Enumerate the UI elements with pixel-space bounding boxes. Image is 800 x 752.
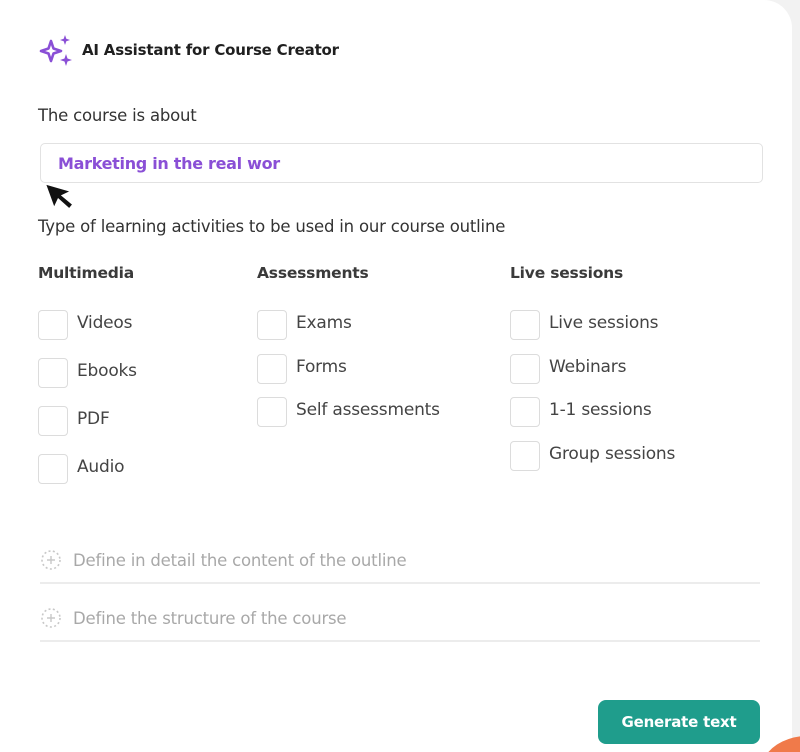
- group-title: Assessments: [257, 264, 369, 282]
- checkbox[interactable]: [38, 406, 68, 436]
- checkbox[interactable]: [510, 397, 540, 427]
- activities-label: Type of learning activities to be used i…: [38, 217, 506, 236]
- checkbox[interactable]: [510, 310, 540, 340]
- group-title: Live sessions: [510, 264, 624, 282]
- option-label: Exams: [296, 313, 352, 333]
- checkbox[interactable]: [257, 353, 287, 384]
- group-title: Multimedia: [38, 264, 135, 282]
- option-label: Forms: [296, 356, 347, 377]
- option-live-sessions[interactable]: Live sessions: [510, 310, 675, 354]
- option-webinars[interactable]: Webinars: [510, 353, 675, 398]
- decorative-shape-icon: [768, 736, 800, 752]
- group-multimedia: Multimedia Videos Ebooks PDF Audio: [38, 264, 137, 502]
- add-circle-icon: [41, 608, 61, 628]
- option-label: Audio: [77, 457, 125, 477]
- section-label: Define in detail the content of the outl…: [73, 550, 407, 570]
- option-pdf[interactable]: PDF: [38, 406, 137, 454]
- option-audio[interactable]: Audio: [38, 454, 137, 502]
- mouse-cursor-icon: [46, 182, 75, 211]
- option-label: Webinars: [549, 356, 627, 377]
- option-videos[interactable]: Videos: [38, 310, 137, 358]
- option-label: Live sessions: [549, 313, 659, 333]
- ai-assistant-panel: AI Assistant for Course Creator The cour…: [0, 0, 792, 752]
- option-self-assessments[interactable]: Self assessments: [257, 397, 440, 441]
- section-course-structure[interactable]: Define the structure of the course: [40, 596, 760, 642]
- option-label: PDF: [77, 409, 110, 429]
- section-outline-content[interactable]: Define in detail the content of the outl…: [40, 538, 760, 584]
- checkbox[interactable]: [510, 353, 540, 384]
- option-1-1-sessions[interactable]: 1-1 sessions: [510, 397, 675, 441]
- panel-title: AI Assistant for Course Creator: [82, 41, 339, 59]
- checkbox[interactable]: [38, 454, 68, 484]
- option-label: Ebooks: [77, 361, 137, 381]
- option-exams[interactable]: Exams: [257, 310, 440, 354]
- add-circle-icon: [41, 550, 61, 570]
- option-label: Self assessments: [296, 400, 440, 420]
- option-ebooks[interactable]: Ebooks: [38, 358, 137, 406]
- option-label: Videos: [77, 313, 133, 333]
- option-group-sessions[interactable]: Group sessions: [510, 440, 676, 485]
- checkbox[interactable]: [257, 397, 287, 427]
- group-live-sessions: Live sessions Live sessions Webinars 1-1…: [510, 264, 675, 484]
- option-label: Group sessions: [549, 443, 676, 464]
- course-topic-input[interactable]: [40, 143, 763, 183]
- checkbox[interactable]: [38, 358, 68, 388]
- sparkles-icon: [39, 35, 72, 66]
- panel-header: AI Assistant for Course Creator: [38, 32, 339, 68]
- checkbox[interactable]: [510, 440, 540, 471]
- option-label: 1-1 sessions: [549, 400, 652, 420]
- group-assessments: Assessments Exams Forms Self assessments: [257, 264, 440, 441]
- checkbox[interactable]: [257, 310, 287, 340]
- section-label: Define the structure of the course: [73, 608, 347, 628]
- checkbox[interactable]: [38, 310, 68, 340]
- generate-text-button[interactable]: Generate text: [598, 700, 760, 744]
- option-forms[interactable]: Forms: [257, 353, 440, 398]
- topic-label: The course is about: [38, 106, 197, 125]
